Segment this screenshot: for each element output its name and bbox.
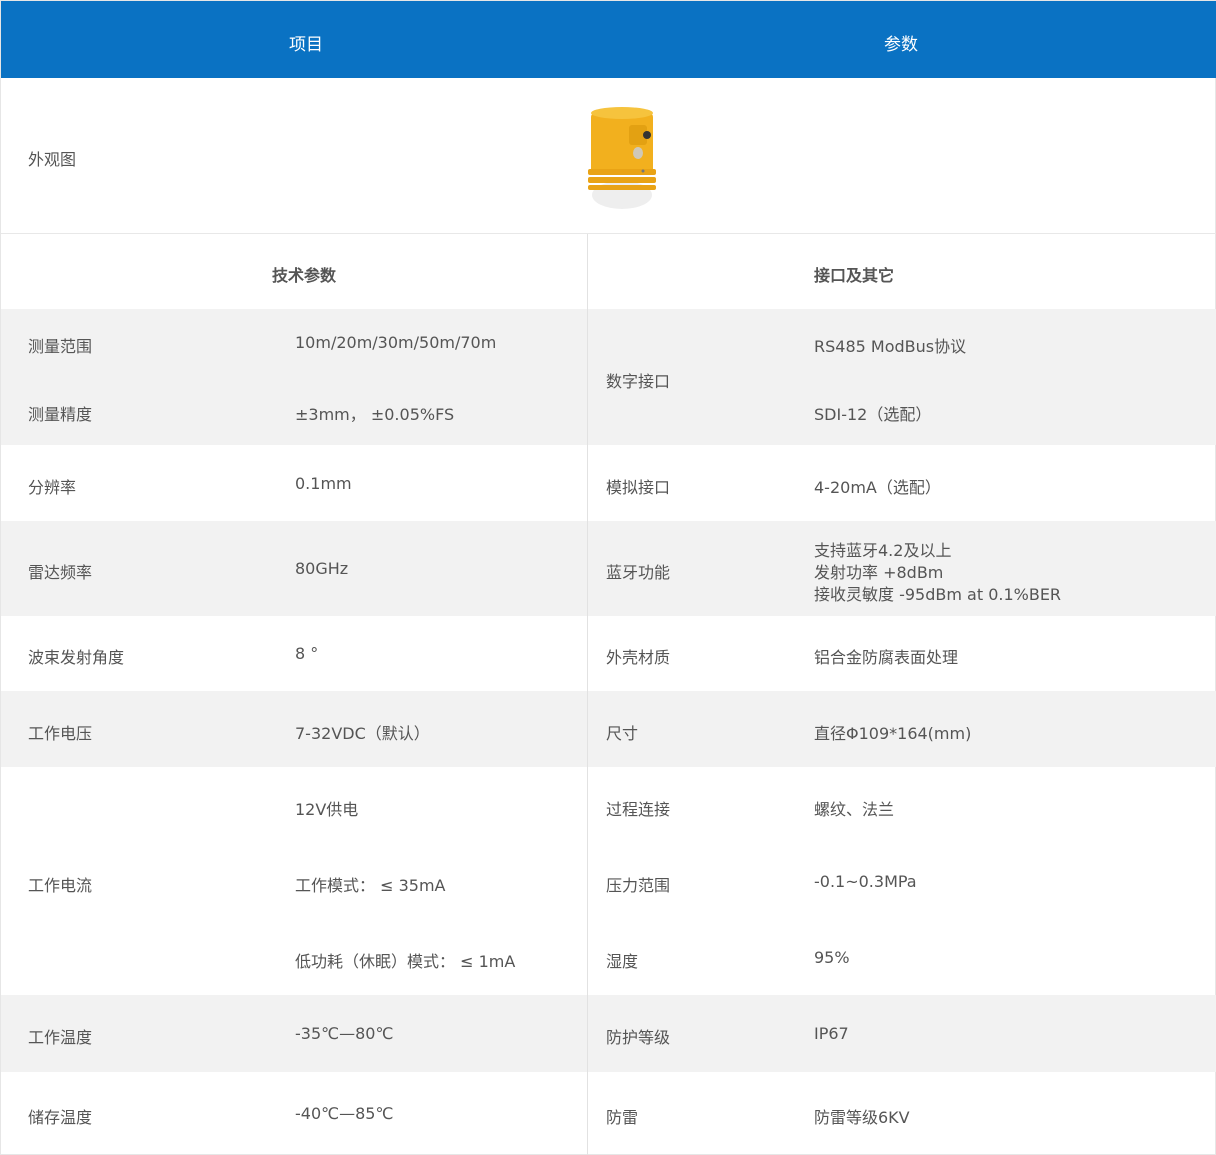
work-temp-label: 工作温度 (28, 1028, 93, 1047)
process-label: 过程连接 (606, 800, 671, 819)
bluetooth-label: 蓝牙功能 (606, 563, 671, 582)
lightning-label: 防雷 (606, 1108, 639, 1127)
pressure-label: 压力范围 (606, 876, 671, 895)
protection-label: 防护等级 (606, 1028, 671, 1047)
appearance-label: 外观图 (28, 150, 77, 169)
pressure-value: -0.1~0.3MPa (814, 872, 917, 891)
bluetooth-line-3: 接收灵敏度 -95dBm at 0.1%BER (814, 585, 1062, 604)
bluetooth-line-1: 支持蓝牙4.2及以上 (814, 541, 952, 560)
table-row: 测量范围 10m/20m/30m/50m/70m 测量精度 ±3mm， ±0.0… (1, 309, 1216, 445)
range-value: 10m/20m/30m/50m/70m (295, 333, 497, 352)
size-value: 直径Φ109*164(mm) (814, 724, 972, 743)
size-label: 尺寸 (606, 724, 639, 743)
section-interface: 接口及其它 (814, 266, 895, 285)
header-item: 项目 (289, 35, 323, 55)
table-row: 储存温度 -40℃—85℃ 防雷 防雷等级6KV (1, 1072, 1216, 1155)
work-temp-value: -35℃—80℃ (295, 1024, 394, 1043)
header-param: 参数 (884, 35, 918, 55)
accuracy-value: ±3mm， ±0.05%FS (295, 405, 455, 424)
radar-freq-value: 80GHz (295, 559, 349, 578)
analog-label: 模拟接口 (606, 478, 671, 497)
analog-value: 4-20mA（选配） (814, 478, 941, 497)
section-header-row: 技术参数 接口及其它 (1, 234, 1216, 309)
table-row: 分辨率 0.1mm 模拟接口 4-20mA（选配） (1, 445, 1216, 521)
process-value: 螺纹、法兰 (814, 800, 895, 819)
table-header: 项目 参数 (1, 1, 1216, 78)
radar-freq-label: 雷达频率 (28, 563, 93, 582)
housing-label: 外壳材质 (606, 648, 671, 667)
section-tech: 技术参数 (272, 266, 337, 285)
table-row: 波束发射角度 8 ° 外壳材质 铝合金防腐表面处理 (1, 616, 1216, 691)
storage-temp-label: 储存温度 (28, 1108, 93, 1127)
column-divider (587, 234, 588, 1155)
beam-value: 8 ° (295, 644, 319, 663)
table-row: 工作温度 -35℃—80℃ 防护等级 IP67 (1, 995, 1216, 1072)
range-label: 测量范围 (28, 337, 93, 356)
digital-value-1: RS485 ModBus协议 (814, 337, 967, 356)
current-line-3: 低功耗（休眠）模式： ≤ 1mA (295, 952, 516, 971)
lightning-value: 防雷等级6KV (814, 1108, 910, 1127)
bluetooth-line-2: 发射功率 +8dBm (814, 563, 944, 582)
current-line-2: 工作模式： ≤ 35mA (295, 876, 446, 895)
protection-value: IP67 (814, 1024, 849, 1043)
current-label: 工作电流 (28, 876, 93, 895)
resolution-value: 0.1mm (295, 474, 352, 493)
accuracy-label: 测量精度 (28, 405, 93, 424)
table-row: 工作电流 12V供电 工作模式： ≤ 35mA 低功耗（休眠）模式： ≤ 1mA… (1, 767, 1216, 995)
table-row: 雷达频率 80GHz 蓝牙功能 支持蓝牙4.2及以上 发射功率 +8dBm 接收… (1, 521, 1216, 616)
humidity-value: 95% (814, 948, 850, 967)
voltage-value: 7-32VDC（默认） (295, 724, 430, 743)
digital-label: 数字接口 (606, 372, 671, 391)
resolution-label: 分辨率 (28, 478, 77, 497)
current-line-1: 12V供电 (295, 800, 359, 819)
humidity-label: 湿度 (606, 952, 639, 971)
storage-temp-value: -40℃—85℃ (295, 1104, 394, 1123)
housing-value: 铝合金防腐表面处理 (814, 648, 959, 667)
beam-label: 波束发射角度 (28, 648, 125, 667)
table-row: 工作电压 7-32VDC（默认） 尺寸 直径Φ109*164(mm) (1, 691, 1216, 767)
digital-value-2: SDI-12（选配） (814, 405, 932, 424)
voltage-label: 工作电压 (28, 724, 93, 743)
spec-table: 项目 参数 外观图 技术参数 接口及其它 测量范围 10m/20m/30m/50… (0, 0, 1216, 1155)
sensor-image (588, 107, 656, 209)
